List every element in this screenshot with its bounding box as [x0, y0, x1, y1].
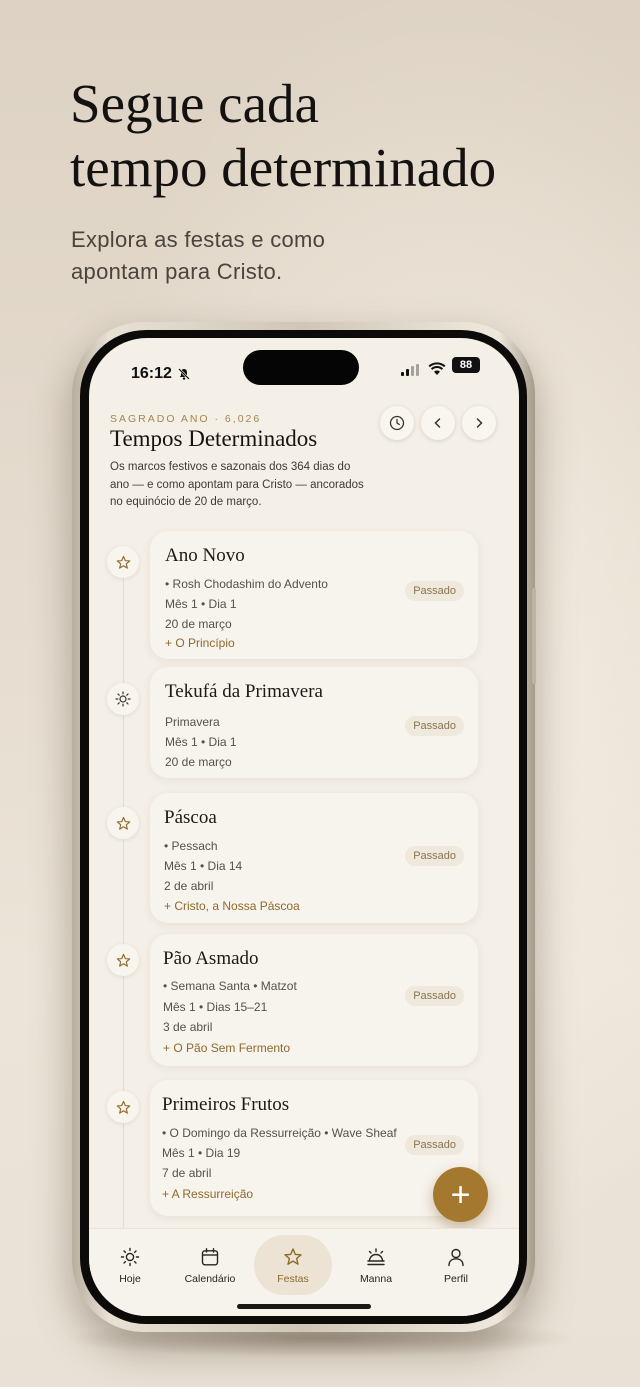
- feast-meaning-link[interactable]: + O Pão Sem Fermento: [163, 1041, 290, 1055]
- feast-subtitle: • Semana Santa • Matzot: [163, 979, 297, 993]
- status-badge: Passado: [405, 716, 464, 736]
- feast-subtitle: Primavera: [165, 715, 220, 729]
- feast-date: 3 de abril: [163, 1020, 213, 1034]
- status-badge: Passado: [405, 581, 464, 601]
- page-description: Os marcos festivos e sazonais dos 364 di…: [110, 461, 364, 508]
- status-badge: Passado: [405, 1135, 464, 1155]
- tab-label: Festas: [277, 1273, 309, 1285]
- feast-month-day: Mês 1 • Dias 15–21: [163, 1000, 268, 1014]
- timeline-node: [107, 683, 139, 715]
- sun-icon: [115, 691, 131, 707]
- tab-bar: Hoje Calendário Festas Manna Perfil: [89, 1228, 519, 1316]
- tab-label: Calendário: [184, 1273, 236, 1285]
- promo-subhead: Explora as festas e como apontam para Cr…: [71, 224, 491, 288]
- tab-label: Manna: [359, 1273, 393, 1285]
- feast-meaning-link[interactable]: + A Ressurreição: [162, 1187, 253, 1201]
- tab-manna[interactable]: Manna: [337, 1235, 415, 1295]
- calendar-icon: [201, 1248, 219, 1266]
- timeline-node: [107, 1091, 139, 1123]
- star-icon: [116, 953, 130, 967]
- tab-perfil[interactable]: Perfil: [417, 1235, 495, 1295]
- feast-date: 20 de março: [165, 755, 232, 769]
- star-icon: [116, 816, 130, 830]
- feast-subtitle: • O Domingo da Ressurreição • Wave Sheaf: [162, 1126, 397, 1140]
- signal-icon: [401, 364, 421, 376]
- feast-title: Ano Novo: [165, 545, 245, 566]
- feast-meaning-link[interactable]: + O Princípio: [165, 636, 235, 650]
- status-time: 16:12: [131, 365, 172, 382]
- feast-month-day: Mês 1 • Dia 1: [165, 735, 237, 749]
- add-feast-button[interactable]: +: [433, 1167, 488, 1222]
- history-button[interactable]: [380, 406, 414, 440]
- feast-subtitle: • Pessach: [164, 839, 218, 853]
- feast-title: Tekufá da Primavera: [165, 681, 323, 702]
- timeline-node: [107, 944, 139, 976]
- promo-headline-line: Segue cada: [70, 73, 319, 134]
- tab-calendario[interactable]: Calendário: [171, 1235, 249, 1295]
- previous-year-button[interactable]: [421, 406, 455, 440]
- star-icon: [116, 555, 130, 569]
- star-icon: [116, 1100, 130, 1114]
- feast-month-day: Mês 1 • Dia 1: [165, 597, 237, 611]
- person-icon: [448, 1248, 464, 1267]
- timeline-line: [123, 563, 124, 1243]
- star-icon: [284, 1248, 302, 1265]
- feast-month-day: Mês 1 • Dia 19: [162, 1146, 241, 1160]
- feast-card[interactable]: Primeiros Frutos • O Domingo da Ressurre…: [150, 1080, 478, 1216]
- feast-card[interactable]: Páscoa • Pessach Mês 1 • Dia 14 2 de abr…: [150, 793, 478, 923]
- promo-subhead-line: Explora as festas e como: [71, 227, 326, 252]
- promo-subhead-line: apontam para Cristo.: [71, 259, 283, 284]
- sunrise-icon: [367, 1248, 385, 1266]
- page-title: Tempos Determinados: [110, 426, 318, 451]
- muted-bell-icon: [178, 368, 190, 380]
- promo-headline: Segue cada tempo determinado: [70, 72, 610, 200]
- tab-label: Perfil: [444, 1273, 468, 1285]
- status-badge: Passado: [405, 986, 464, 1006]
- year-label: SAGRADO ANO · 6,026: [110, 413, 262, 425]
- feast-card[interactable]: Tekufá da Primavera Primavera Mês 1 • Di…: [150, 667, 478, 778]
- feast-title: Pão Asmado: [163, 948, 259, 969]
- clock-icon: [389, 415, 405, 431]
- feast-date: 20 de março: [165, 617, 232, 631]
- tab-hoje[interactable]: Hoje: [91, 1235, 169, 1295]
- chevron-right-icon: [476, 418, 483, 428]
- feast-date: 2 de abril: [164, 879, 214, 893]
- chevron-left-icon: [434, 418, 441, 428]
- battery-indicator: 88: [452, 357, 480, 373]
- feast-date: 7 de abril: [162, 1166, 212, 1180]
- promo-headline-line: tempo determinado: [70, 137, 497, 198]
- feast-month-day: Mês 1 • Dia 14: [164, 859, 243, 873]
- sun-icon: [120, 1247, 140, 1267]
- dynamic-island: [243, 350, 359, 385]
- feast-title: Páscoa: [164, 807, 217, 828]
- timeline-node: [107, 546, 139, 578]
- tab-festas[interactable]: Festas: [254, 1235, 332, 1295]
- status-badge: Passado: [405, 846, 464, 866]
- feast-card[interactable]: Ano Novo • Rosh Chodashim do Advento Mês…: [150, 531, 478, 659]
- timeline-node: [107, 807, 139, 839]
- wifi-icon: [428, 362, 446, 375]
- home-indicator: [237, 1304, 371, 1309]
- next-year-button[interactable]: [462, 406, 496, 440]
- feast-subtitle: • Rosh Chodashim do Advento: [165, 577, 328, 591]
- feast-title: Primeiros Frutos: [162, 1094, 290, 1115]
- app-screen: 16:12 88 SAGRADO ANO · 6,026 Tempos Dete…: [89, 338, 519, 1316]
- phone-side-button: [532, 588, 536, 684]
- tab-label: Hoje: [119, 1273, 141, 1285]
- feast-card[interactable]: Pão Asmado • Semana Santa • Matzot Mês 1…: [150, 934, 478, 1066]
- feast-meaning-link[interactable]: + Cristo, a Nossa Páscoa: [164, 899, 300, 913]
